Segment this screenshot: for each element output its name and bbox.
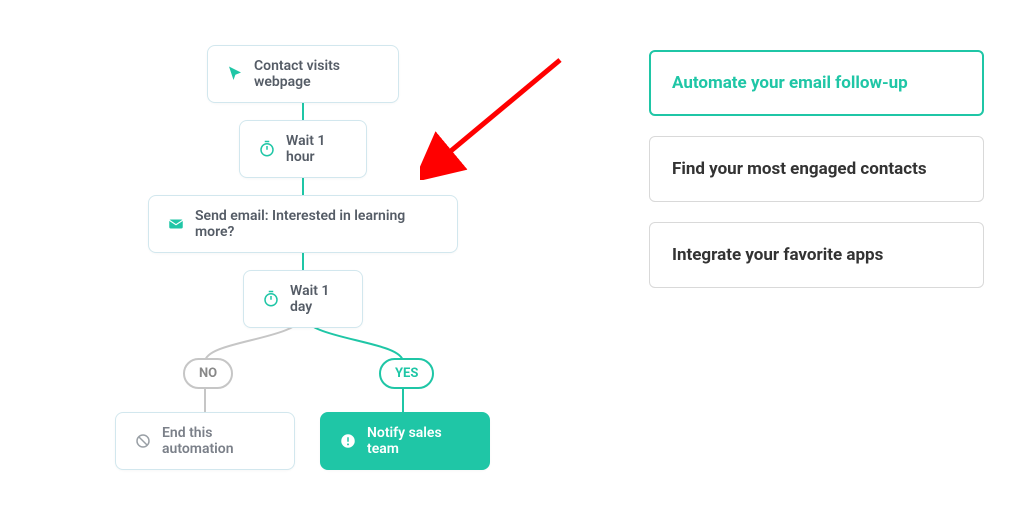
stopwatch-icon xyxy=(258,140,276,158)
workflow-node-label: Send email: Interested in learning more? xyxy=(195,208,439,240)
workflow-node-label: Wait 1 hour xyxy=(286,133,348,165)
option-automate-followup[interactable]: Automate your email follow-up xyxy=(649,50,984,116)
cursor-icon xyxy=(226,65,244,83)
envelope-icon xyxy=(167,215,185,233)
workflow-node-notify-sales[interactable]: Notify sales team xyxy=(320,412,490,470)
option-label: Find your most engaged contacts xyxy=(672,159,927,179)
alert-icon xyxy=(339,432,357,450)
workflow-node-start[interactable]: Contact visits webpage xyxy=(207,45,399,103)
option-label: Automate your email follow-up xyxy=(672,73,908,93)
workflow-node-end-automation[interactable]: End this automation xyxy=(115,412,295,470)
annotation-arrow-icon xyxy=(420,50,580,180)
workflow-node-wait-1d[interactable]: Wait 1 day xyxy=(243,270,363,328)
prohibit-icon xyxy=(134,432,152,450)
workflow-diagram[interactable]: Contact visits webpage Wait 1 hour Send … xyxy=(0,0,610,516)
branch-label-yes[interactable]: YES xyxy=(379,358,434,389)
option-integrate-apps[interactable]: Integrate your favorite apps xyxy=(649,222,984,288)
workflow-node-send-email[interactable]: Send email: Interested in learning more? xyxy=(148,195,458,253)
option-find-engaged[interactable]: Find your most engaged contacts xyxy=(649,136,984,202)
branch-label-no[interactable]: NO xyxy=(183,358,233,389)
workflow-node-label: End this automation xyxy=(162,425,276,457)
workflow-node-wait-1h[interactable]: Wait 1 hour xyxy=(239,120,367,178)
stopwatch-icon xyxy=(262,290,280,308)
feature-options-list: Automate your email follow-up Find your … xyxy=(649,50,984,288)
workflow-node-label: Wait 1 day xyxy=(290,283,344,315)
workflow-node-label: Notify sales team xyxy=(367,425,471,457)
option-label: Integrate your favorite apps xyxy=(672,245,883,265)
workflow-node-label: Contact visits webpage xyxy=(254,58,380,90)
